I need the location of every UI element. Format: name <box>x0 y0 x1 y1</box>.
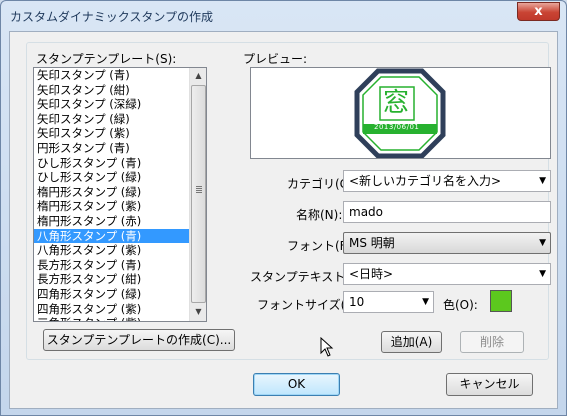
list-scrollbar[interactable]: ▲ ▼ <box>189 68 206 321</box>
list-item[interactable]: ひし形スタンプ (青) <box>34 156 206 171</box>
list-item[interactable]: 円形スタンプ (青) <box>34 141 206 156</box>
scroll-down-arrow-icon[interactable]: ▼ <box>191 304 206 320</box>
list-item[interactable]: 四角形スタンプ (紫) <box>34 302 206 317</box>
list-item[interactable]: 楕円形スタンプ (赤) <box>34 214 206 229</box>
name-label: 名称(N): <box>296 208 343 222</box>
scroll-thumb[interactable] <box>191 85 206 303</box>
grip-icon <box>196 186 202 187</box>
color-label: 色(O): <box>443 298 478 312</box>
template-list-items: 矢印スタンプ (青) 矢印スタンプ (紺) 矢印スタンプ (深緑) 矢印スタンプ (緑… <box>34 68 206 321</box>
list-item[interactable]: 八角形スタンプ (青) <box>34 228 206 244</box>
font-size-value: 10 <box>349 295 365 309</box>
chevron-down-icon: ▼ <box>539 176 546 186</box>
ok-button[interactable]: OK <box>253 373 340 396</box>
chevron-down-icon: ▼ <box>539 238 546 248</box>
font-value: MS 明朝 <box>349 236 395 250</box>
list-item[interactable]: 長方形スタンプ (青) <box>34 258 206 273</box>
cancel-button[interactable]: キャンセル <box>446 373 533 396</box>
stamp-text-combo[interactable]: <日時> ▼ <box>343 263 551 285</box>
list-item[interactable]: 四角形スタンプ (緑) <box>34 287 206 302</box>
chevron-down-icon: ▼ <box>422 297 429 307</box>
stamp-text-value: <日時> <box>349 267 394 281</box>
stamp-date-text: 2013/06/01 <box>374 123 420 131</box>
name-value: mado <box>349 205 384 219</box>
dialog-window: カスタムダイナミックスタンプの作成 x スタンプテンプレート(S): 矢印スタン… <box>0 0 567 416</box>
preview-label: プレビュー: <box>243 52 308 66</box>
dialog-client-area: スタンプテンプレート(S): 矢印スタンプ (青) 矢印スタンプ (紺) 矢印スタン… <box>9 31 558 409</box>
list-item[interactable]: 長方形スタンプ (紺) <box>34 272 206 287</box>
create-template-button[interactable]: スタンプテンプレートの作成(C)... <box>43 329 235 351</box>
category-value: <新しいカテゴリ名を入力> <box>349 174 502 188</box>
color-swatch[interactable] <box>490 290 512 312</box>
title-bar[interactable]: カスタムダイナミックスタンプの作成 x <box>1 1 566 31</box>
font-select[interactable]: MS 明朝 ▼ <box>343 232 551 254</box>
window-title: カスタムダイナミックスタンプの作成 <box>10 10 214 24</box>
add-button[interactable]: 追加(A) <box>381 331 442 353</box>
list-item[interactable]: 矢印スタンプ (青) <box>34 68 206 83</box>
list-item[interactable]: 三角形スタンプ (紫) <box>34 316 206 321</box>
list-item[interactable]: 楕円形スタンプ (緑) <box>34 185 206 200</box>
chevron-down-icon: ▼ <box>539 269 546 279</box>
list-item[interactable]: 八角形スタンプ (紫) <box>34 243 206 258</box>
list-item[interactable]: 楕円形スタンプ (紫) <box>34 199 206 214</box>
category-combo[interactable]: <新しいカテゴリ名を入力> ▼ <box>343 170 551 192</box>
stamp-character: 窓 <box>383 88 410 118</box>
mouse-cursor-icon <box>320 337 334 357</box>
close-button[interactable]: x <box>517 2 560 21</box>
list-item[interactable]: 矢印スタンプ (紫) <box>34 126 206 141</box>
template-listbox[interactable]: 矢印スタンプ (青) 矢印スタンプ (紺) 矢印スタンプ (深緑) 矢印スタンプ (緑… <box>33 67 207 322</box>
template-list-label: スタンプテンプレート(S): <box>36 52 177 66</box>
name-input[interactable]: mado <box>343 201 551 223</box>
list-item[interactable]: 矢印スタンプ (紺) <box>34 83 206 98</box>
list-item[interactable]: ひし形スタンプ (緑) <box>34 170 206 185</box>
list-item[interactable]: 矢印スタンプ (緑) <box>34 112 206 127</box>
stamp-preview: 窓 2013/06/01 <box>250 67 551 159</box>
list-item[interactable]: 矢印スタンプ (深緑) <box>34 97 206 112</box>
font-size-combo[interactable]: 10 ▼ <box>343 291 434 313</box>
delete-button[interactable]: 削除 <box>460 331 524 353</box>
scroll-up-arrow-icon[interactable]: ▲ <box>191 68 206 84</box>
